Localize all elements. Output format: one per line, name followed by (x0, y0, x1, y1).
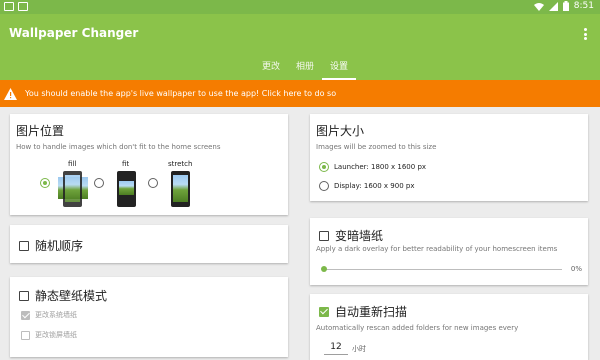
auto-rescan-checkbox[interactable] (319, 306, 329, 317)
darken-slider-value: 0% (570, 265, 582, 273)
option-fill-label: fill (68, 160, 77, 168)
option-stretch-label: stretch (168, 160, 193, 168)
random-order-card[interactable]: 随机顺序 (10, 225, 288, 263)
static-wallpaper-checkbox[interactable] (19, 290, 29, 301)
darken-wallpaper-card: 变暗墙纸 Apply a dark overlay for better rea… (310, 218, 588, 285)
fit-radio[interactable] (94, 178, 104, 188)
signal-icon (548, 1, 558, 11)
tab-albums[interactable]: 相册 (288, 60, 322, 80)
app-title: Wallpaper Changer (9, 26, 139, 40)
status-left-icons (4, 2, 28, 11)
static-wallpaper-toggle-row[interactable]: 静态壁纸模式 (19, 287, 107, 304)
status-bar: 8:51 (0, 0, 600, 14)
image-size-card: 图片大小 Images will be zoomed to this size … (310, 114, 588, 201)
rescan-interval-input[interactable]: 12 (324, 341, 348, 355)
random-order-label: 随机顺序 (35, 239, 84, 253)
image-position-title: 图片位置 (16, 124, 65, 138)
rescan-interval-unit: 小时 (352, 345, 366, 353)
battery-icon (562, 1, 569, 11)
gallery-icon (4, 2, 14, 11)
option-fit-label: fit (122, 160, 130, 168)
size-option-launcher[interactable]: Launcher: 1800 x 1600 px (319, 162, 426, 172)
static-wallpaper-card: 静态壁纸模式 更改系统墙纸 更改锁屏墙纸 (10, 277, 288, 357)
change-system-wallpaper-row: 更改系统墙纸 (21, 310, 77, 320)
display-size-radio[interactable] (319, 181, 329, 191)
size-option-display[interactable]: Display: 1600 x 900 px (319, 181, 414, 191)
status-time: 8:51 (573, 1, 594, 11)
stretch-radio[interactable] (148, 178, 158, 188)
display-size-label: Display: 1600 x 900 px (334, 182, 415, 190)
app-bar: Wallpaper Changer 更改 相册 设置 (0, 14, 600, 80)
wifi-icon (533, 2, 544, 11)
change-lockscreen-wallpaper-checkbox (21, 330, 30, 340)
fit-preview-image (117, 171, 136, 207)
live-wallpaper-warning[interactable]: You should enable the app's live wallpap… (0, 80, 600, 107)
fill-radio[interactable] (40, 178, 50, 188)
launcher-size-radio[interactable] (319, 162, 329, 172)
random-order-checkbox[interactable] (19, 240, 29, 251)
more-vert-icon[interactable] (578, 26, 592, 42)
image-size-description: Images will be zoomed to this size (316, 143, 437, 151)
warning-icon (4, 87, 17, 100)
darken-wallpaper-description: Apply a dark overlay for better readabil… (316, 245, 558, 253)
image-position-description: How to handle images which don't fit to … (16, 143, 221, 151)
darken-wallpaper-label: 变暗墙纸 (335, 229, 384, 243)
tab-settings[interactable]: 设置 (322, 60, 357, 80)
static-wallpaper-label: 静态壁纸模式 (35, 289, 108, 303)
darken-wallpaper-checkbox[interactable] (319, 230, 329, 241)
status-right-icons: 8:51 (533, 1, 594, 11)
auto-rescan-description: Automatically rescan added folders for n… (316, 324, 519, 332)
image-size-title: 图片大小 (316, 124, 365, 138)
darken-toggle-row[interactable]: 变暗墙纸 (319, 227, 383, 244)
auto-rescan-toggle-row[interactable]: 自动重新扫描 (319, 303, 407, 320)
tab-bar: 更改 相册 设置 (254, 60, 357, 80)
warning-text: You should enable the app's live wallpap… (25, 89, 337, 98)
rescan-interval-value: 12 (330, 342, 342, 352)
launcher-size-label: Launcher: 1800 x 1600 px (334, 163, 427, 171)
fill-preview-image (58, 171, 88, 209)
change-lockscreen-wallpaper-row: 更改锁屏墙纸 (21, 330, 77, 340)
auto-rescan-card: 自动重新扫描 Automatically rescan added folder… (310, 294, 588, 360)
notification-icon (18, 2, 28, 11)
change-system-wallpaper-checkbox (21, 310, 30, 320)
darken-slider[interactable] (321, 265, 562, 273)
auto-rescan-label: 自动重新扫描 (335, 305, 408, 319)
image-position-card: 图片位置 How to handle images which don't fi… (10, 114, 288, 215)
stretch-preview-image (171, 171, 190, 207)
darken-slider-thumb[interactable] (321, 266, 327, 272)
change-system-wallpaper-label: 更改系统墙纸 (35, 311, 77, 319)
tab-change[interactable]: 更改 (254, 60, 288, 80)
change-lockscreen-wallpaper-label: 更改锁屏墙纸 (35, 331, 77, 339)
